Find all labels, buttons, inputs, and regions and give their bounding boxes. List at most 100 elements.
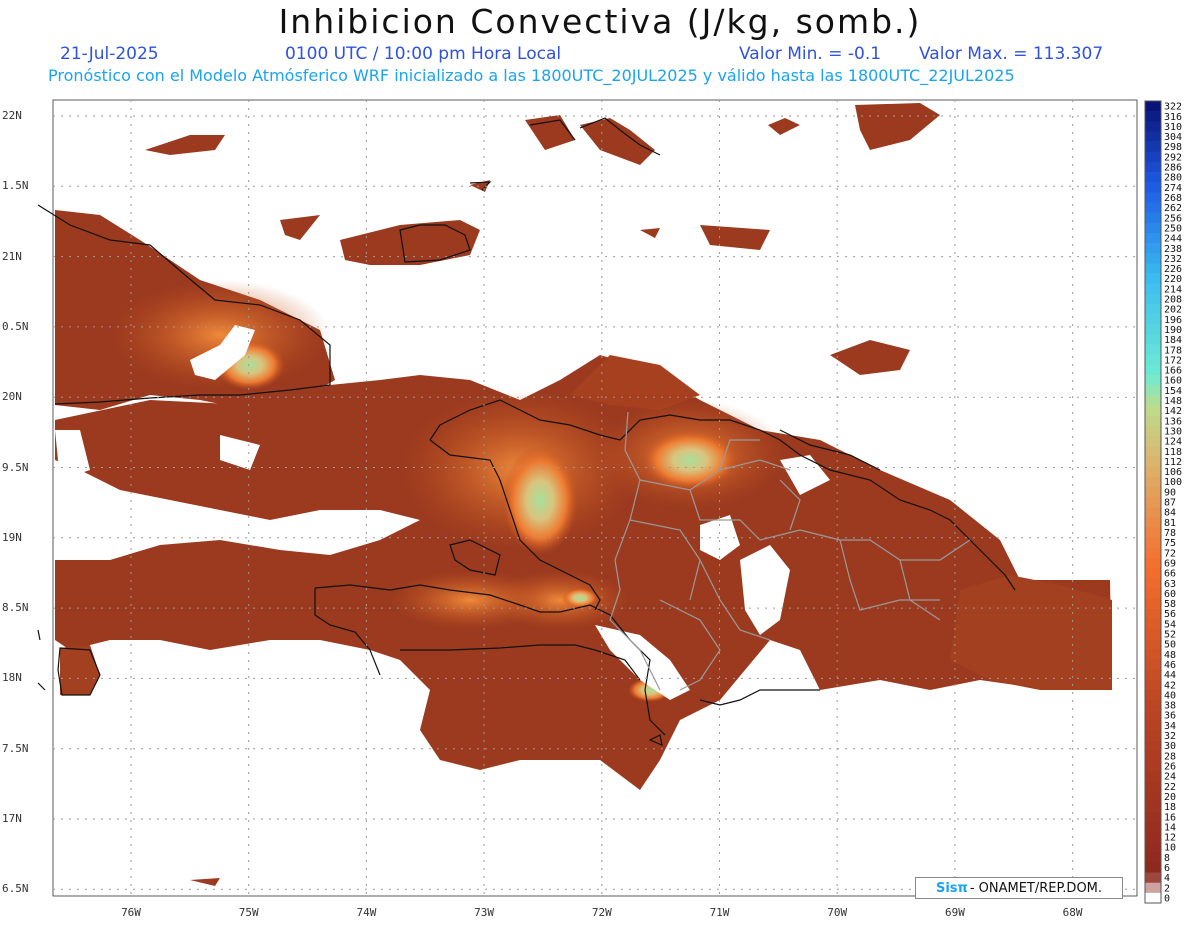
color-scale-swatch — [1145, 659, 1161, 670]
color-scale-swatch — [1145, 486, 1161, 498]
color-scale-swatch — [1145, 476, 1161, 488]
color-scale-swatch — [1145, 771, 1161, 782]
color-scale-swatch — [1145, 101, 1161, 112]
color-scale-swatch — [1145, 232, 1161, 244]
color-scale-swatch — [1145, 446, 1161, 457]
color-scale-swatch — [1145, 111, 1161, 122]
color-scale-swatch — [1145, 192, 1161, 203]
color-scale-swatch — [1145, 507, 1161, 518]
color-scale-swatch — [1145, 517, 1161, 528]
color-scale-swatch — [1145, 872, 1161, 883]
longitude-label: 74W — [356, 906, 377, 919]
credit-text: - ONAMET/REP.DOM. — [969, 880, 1103, 896]
color-scale-swatch — [1145, 750, 1161, 762]
color-scale-swatch — [1145, 182, 1161, 193]
color-scale-swatch — [1145, 202, 1161, 213]
color-scale-swatch — [1145, 618, 1161, 630]
color-scale-swatch — [1145, 304, 1161, 315]
color-scale-swatch — [1145, 821, 1161, 833]
color-scale-swatch — [1145, 314, 1161, 325]
color-scale-swatch — [1145, 263, 1161, 274]
color-scale-swatch — [1145, 283, 1161, 295]
color-scale-swatch — [1145, 578, 1161, 589]
color-scale-swatch — [1145, 720, 1161, 731]
color-scale-swatch — [1145, 842, 1161, 853]
color-scale-swatch — [1145, 588, 1161, 599]
color-scale-swatch — [1145, 689, 1161, 701]
color-scale-swatch — [1145, 811, 1161, 823]
latitude-label: 22N — [2, 109, 22, 122]
color-scale-swatch — [1145, 547, 1161, 559]
color-scale-swatch — [1145, 334, 1161, 345]
latitude-label: 9.5N — [2, 460, 29, 474]
color-scale-swatch — [1145, 740, 1161, 752]
color-scale-swatch — [1145, 710, 1161, 721]
color-scale-swatch — [1145, 344, 1161, 356]
color-scale-swatch — [1145, 253, 1161, 264]
latitude-label: 0.5N — [2, 319, 29, 333]
color-scale-swatch — [1145, 243, 1161, 254]
color-scale-swatch — [1145, 527, 1161, 538]
color-scale-swatch — [1145, 273, 1161, 285]
longitude-label: 75W — [238, 906, 259, 919]
color-scale-swatch — [1145, 151, 1161, 163]
color-scale-swatch — [1145, 354, 1161, 366]
color-scale-swatch — [1145, 456, 1161, 467]
color-scale-swatch — [1145, 395, 1161, 406]
longitude-label: 73W — [474, 906, 495, 919]
longitude-label: 69W — [944, 906, 965, 919]
longitude-label: 72W — [591, 906, 612, 919]
color-scale-swatch — [1145, 161, 1161, 173]
color-scale-swatch — [1145, 415, 1161, 427]
color-scale-swatch — [1145, 730, 1161, 741]
latitude-label: 18N — [2, 671, 22, 685]
longitude-label: 68W — [1062, 906, 1083, 919]
color-scale-swatch — [1145, 852, 1161, 863]
color-scale-swatch — [1145, 212, 1161, 224]
color-scale-swatch — [1145, 537, 1161, 548]
latitude-label: 20N — [2, 390, 22, 404]
latitude-label: 1.5N — [2, 179, 29, 193]
color-scale-swatch — [1145, 892, 1161, 904]
latitude-label: 6.5N — [2, 882, 29, 896]
color-scale-swatch — [1145, 405, 1161, 417]
color-scale-swatch — [1145, 760, 1161, 772]
color-scale-swatch — [1145, 466, 1161, 477]
color-scale-swatch — [1145, 436, 1161, 447]
latitude-label: 17N — [2, 812, 22, 825]
sispi-logo: Sisπ — [935, 880, 968, 896]
color-scale-swatch — [1145, 496, 1161, 508]
color-scale-swatch — [1145, 425, 1161, 437]
color-scale-swatch — [1145, 598, 1161, 609]
color-scale-swatch — [1145, 831, 1161, 843]
color-scale-swatch — [1145, 608, 1161, 620]
color-scale-swatch — [1145, 385, 1161, 396]
latitude-label: 21N — [2, 249, 22, 263]
color-scale-label: 0 — [1164, 893, 1170, 904]
longitude-label: 71W — [709, 906, 730, 919]
color-scale-swatch — [1145, 222, 1161, 234]
color-scale-swatch — [1145, 649, 1161, 660]
longitude-label: 76W — [121, 906, 141, 919]
color-scale: 3223163103042982922862802742682622562502… — [1144, 100, 1182, 904]
credit-box: Sisπ - ONAMET/REP.DOM. — [915, 877, 1123, 899]
color-scale-swatch — [1145, 375, 1161, 386]
longitude-label: 70W — [827, 906, 848, 919]
color-scale-swatch — [1145, 639, 1161, 650]
color-scale-swatch — [1145, 293, 1161, 305]
color-scale-swatch — [1145, 557, 1161, 569]
color-scale-swatch — [1145, 791, 1161, 802]
color-scale-swatch — [1145, 567, 1161, 579]
color-scale-swatch — [1145, 628, 1161, 640]
color-scale-swatch — [1145, 131, 1161, 142]
latitude-label: 7.5N — [2, 741, 29, 755]
color-scale-swatch — [1145, 882, 1161, 894]
color-scale-swatch — [1145, 801, 1161, 812]
latitude-label: 19N — [2, 530, 22, 544]
map-canvas: 3223163103042982922862802742682622562502… — [37, 99, 1182, 904]
color-scale-swatch — [1145, 699, 1161, 711]
color-scale-swatch — [1145, 862, 1161, 873]
color-scale-swatch — [1145, 364, 1161, 376]
latitude-label: 8.5N — [2, 601, 29, 615]
color-scale-swatch — [1145, 141, 1161, 153]
